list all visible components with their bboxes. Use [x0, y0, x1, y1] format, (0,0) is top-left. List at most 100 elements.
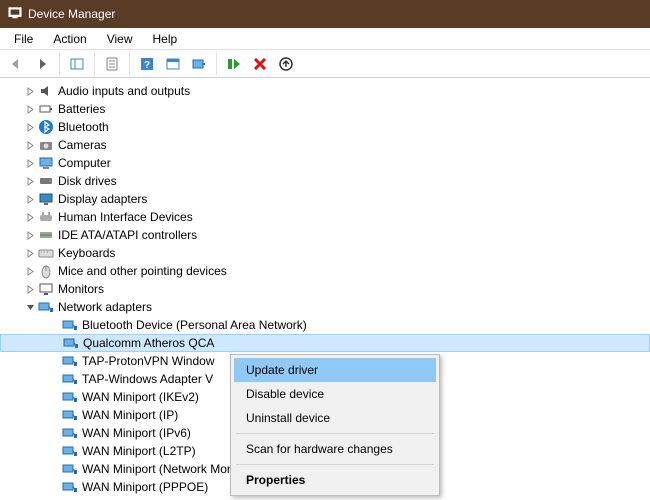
window-title: Device Manager: [28, 7, 115, 21]
tree-category[interactable]: Batteries: [0, 100, 650, 118]
tree-node-label: Network adapters: [58, 300, 152, 314]
devmgr-app-icon: [8, 6, 22, 23]
chevron-right-icon[interactable]: [24, 283, 36, 295]
properties-button[interactable]: [100, 52, 124, 76]
network-icon: [62, 317, 78, 333]
tree-category[interactable]: Network adapters: [0, 298, 650, 316]
ctx-scan-hardware[interactable]: Scan for hardware changes: [234, 437, 436, 461]
expander-none: [48, 427, 60, 439]
ctx-uninstall-device[interactable]: Uninstall device: [234, 406, 436, 430]
tree-node-label: WAN Miniport (L2TP): [82, 444, 196, 458]
chevron-right-icon[interactable]: [24, 247, 36, 259]
tree-node-label: TAP-Windows Adapter V: [82, 372, 213, 386]
tree-node-label: Disk drives: [58, 174, 117, 188]
tree-node-label: Audio inputs and outputs: [58, 84, 190, 98]
tree-node-label: TAP-ProtonVPN Window: [82, 354, 215, 368]
tree-node-label: WAN Miniport (Network Monitor): [82, 462, 254, 476]
expander-none: [48, 481, 60, 493]
tree-node-label: WAN Miniport (IP): [82, 408, 178, 422]
toolbar-sep: [59, 53, 60, 75]
context-menu: Update driver Disable device Uninstall d…: [230, 354, 440, 496]
expander-none: [48, 373, 60, 385]
expander-none: [48, 319, 60, 331]
hid-icon: [38, 209, 54, 225]
tree-category[interactable]: IDE ATA/ATAPI controllers: [0, 226, 650, 244]
tree-node-label: Batteries: [58, 102, 105, 116]
network-icon: [38, 299, 54, 315]
tree-device[interactable]: Qualcomm Atheros QCA: [0, 334, 650, 352]
expander-none: [48, 391, 60, 403]
camera-icon: [38, 137, 54, 153]
chevron-right-icon[interactable]: [24, 229, 36, 241]
tree-node-label: Keyboards: [58, 246, 115, 260]
tree-category[interactable]: Computer: [0, 154, 650, 172]
network-icon: [62, 461, 78, 477]
audio-icon: [38, 83, 54, 99]
toolbar: ?: [0, 50, 650, 78]
chevron-right-icon[interactable]: [24, 85, 36, 97]
tree-category[interactable]: Mice and other pointing devices: [0, 262, 650, 280]
ctx-properties[interactable]: Properties: [234, 468, 436, 492]
tree-category[interactable]: Human Interface Devices: [0, 208, 650, 226]
network-icon: [62, 353, 78, 369]
tree-category[interactable]: Monitors: [0, 280, 650, 298]
disk-icon: [38, 173, 54, 189]
scan-hardware-button[interactable]: [187, 52, 211, 76]
network-icon: [62, 479, 78, 495]
back-button[interactable]: [4, 52, 28, 76]
chevron-right-icon[interactable]: [24, 193, 36, 205]
chevron-right-icon[interactable]: [24, 175, 36, 187]
chevron-down-icon[interactable]: [24, 301, 36, 313]
refresh-button[interactable]: [161, 52, 185, 76]
forward-button[interactable]: [30, 52, 54, 76]
tree-category[interactable]: Cameras: [0, 136, 650, 154]
chevron-right-icon[interactable]: [24, 265, 36, 277]
menu-view[interactable]: View: [97, 30, 143, 48]
chevron-right-icon[interactable]: [24, 103, 36, 115]
toolbar-sep: [129, 53, 130, 75]
keyboard-icon: [38, 245, 54, 261]
display-icon: [38, 191, 54, 207]
tree-node-label: Computer: [58, 156, 111, 170]
network-icon: [62, 407, 78, 423]
ctx-sep: [236, 464, 434, 465]
chevron-right-icon[interactable]: [24, 121, 36, 133]
tree-node-label: Display adapters: [58, 192, 147, 206]
tree-category[interactable]: Keyboards: [0, 244, 650, 262]
tree-category[interactable]: Disk drives: [0, 172, 650, 190]
chevron-right-icon[interactable]: [24, 139, 36, 151]
chevron-right-icon[interactable]: [24, 211, 36, 223]
network-icon: [62, 371, 78, 387]
tree-node-label: Qualcomm Atheros QCA: [83, 336, 214, 350]
ctx-sep: [236, 433, 434, 434]
tree-category[interactable]: Bluetooth: [0, 118, 650, 136]
help-button[interactable]: ?: [135, 52, 159, 76]
svg-text:?: ?: [144, 60, 150, 71]
tree-category[interactable]: Display adapters: [0, 190, 650, 208]
tree-device[interactable]: Bluetooth Device (Personal Area Network): [0, 316, 650, 334]
chevron-right-icon[interactable]: [24, 157, 36, 169]
expander-none: [48, 409, 60, 421]
ide-icon: [38, 227, 54, 243]
tree-category[interactable]: Audio inputs and outputs: [0, 82, 650, 100]
show-hide-console-button[interactable]: [65, 52, 89, 76]
toolbar-sep: [94, 53, 95, 75]
tree-node-label: IDE ATA/ATAPI controllers: [58, 228, 197, 242]
update-driver-button[interactable]: [274, 52, 298, 76]
uninstall-button[interactable]: [248, 52, 272, 76]
network-icon: [62, 443, 78, 459]
enable-button[interactable]: [222, 52, 246, 76]
tree-node-label: WAN Miniport (PPPOE): [82, 480, 208, 494]
menu-file[interactable]: File: [4, 30, 43, 48]
ctx-update-driver[interactable]: Update driver: [234, 358, 436, 382]
network-icon: [62, 389, 78, 405]
expander-none: [49, 337, 61, 349]
menu-help[interactable]: Help: [143, 30, 188, 48]
network-icon: [63, 335, 79, 351]
window-titlebar: Device Manager: [0, 0, 650, 28]
tree-node-label: Mice and other pointing devices: [58, 264, 227, 278]
ctx-disable-device[interactable]: Disable device: [234, 382, 436, 406]
menu-action[interactable]: Action: [43, 30, 96, 48]
toolbar-sep: [216, 53, 217, 75]
tree-node-label: Bluetooth: [58, 120, 109, 134]
